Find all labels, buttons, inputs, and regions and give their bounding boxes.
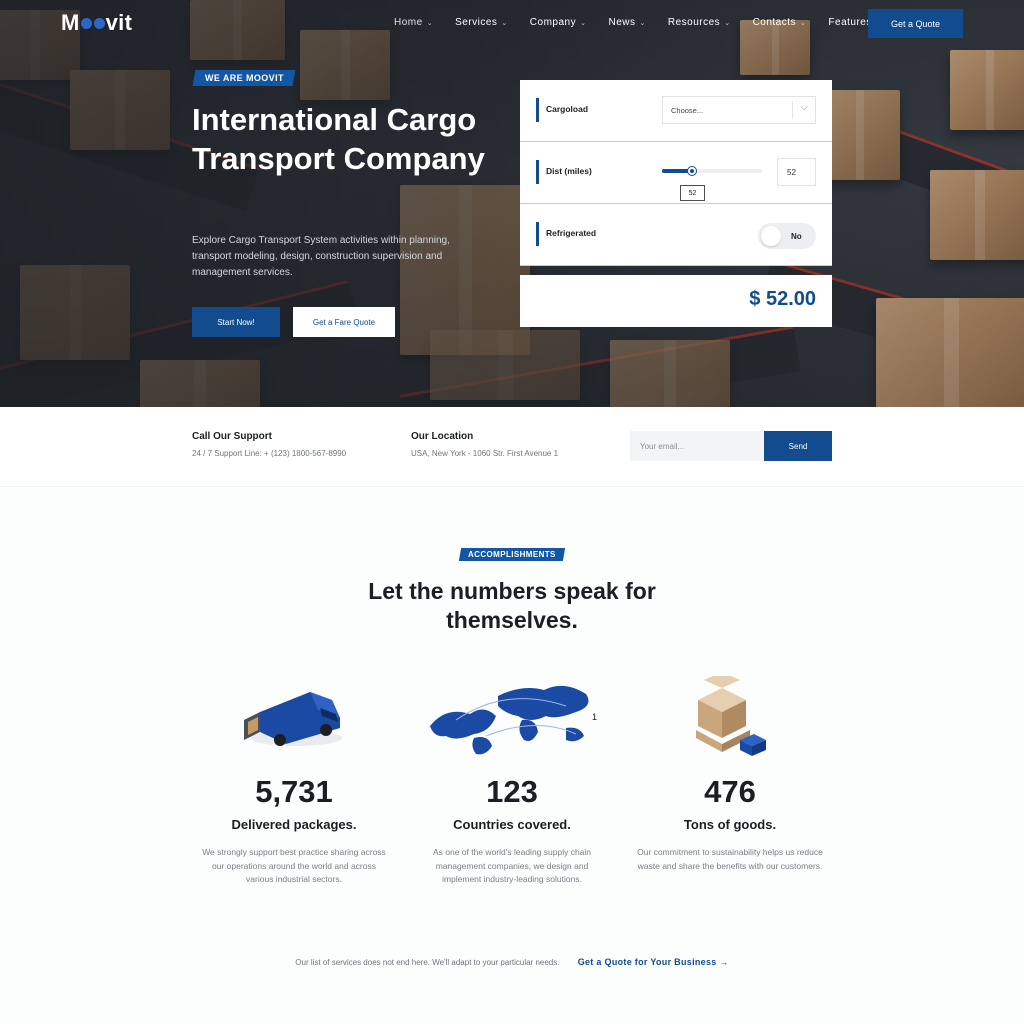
support-text: 24 / 7 Support Line: + (123) 1800-567-89…: [192, 449, 347, 458]
location-text: USA, New York - 1060 Str. First Avenue 1: [411, 449, 559, 458]
stat-description: Our commitment to sustainability helps u…: [637, 847, 823, 871]
hero-description: Explore Cargo Transport System activitie…: [192, 235, 450, 278]
nav-label: Company: [529, 17, 577, 28]
start-now-button[interactable]: Start Now!: [192, 307, 280, 337]
nav-label: Features: [828, 17, 872, 28]
nav-label: News: [608, 17, 636, 28]
cargoload-label: Cargoload: [546, 104, 589, 114]
nav-label: Services: [455, 17, 498, 28]
logo-prefix: M: [61, 10, 80, 35]
footer-text: Our list of services does not end here. …: [295, 958, 560, 967]
logo[interactable]: Mvit: [61, 10, 132, 36]
hero-tag: WE ARE MOOVIT: [192, 70, 296, 86]
distance-slider[interactable]: [662, 167, 762, 175]
main-nav: Home ⌄ Services ⌄ Company ⌄ News ⌄ Resources…: [394, 17, 904, 28]
business-quote-link[interactable]: Get a Quote for Your Business →: [578, 957, 729, 967]
cargoload-select[interactable]: Choose... ⌵: [662, 96, 816, 124]
stat-delivered: 5,731 Delivered packages. We strongly su…: [194, 774, 394, 887]
row-accent-bar: [536, 222, 539, 246]
nav-label: Home: [394, 17, 423, 28]
stat-countries: 123 Countries covered. As one of the wor…: [412, 774, 612, 887]
slider-tooltip: 52: [680, 185, 705, 201]
services-footer: Our list of services does not end here. …: [0, 957, 1024, 967]
select-divider: [792, 101, 793, 119]
refrigerated-toggle[interactable]: No: [758, 223, 816, 249]
stat-number: 5,731: [255, 774, 333, 809]
boxes-pallet-icon: [696, 676, 766, 756]
delivery-van-icon: [244, 692, 342, 746]
stat-label: Delivered packages.: [231, 817, 357, 832]
chevron-down-icon: ⌄: [639, 20, 646, 27]
stat-label: Countries covered.: [453, 817, 571, 832]
hero-tag-label: WE ARE MOOVIT: [204, 73, 284, 83]
refrigerated-label: Refrigerated: [546, 228, 597, 238]
email-input[interactable]: Your email...: [630, 431, 764, 461]
contact-info-bar: [0, 407, 1024, 487]
chevron-down-icon: ⌄: [501, 20, 508, 27]
location-title: Our Location: [411, 431, 474, 442]
send-button[interactable]: Send: [764, 431, 832, 461]
chevron-down-icon: ⌄: [800, 20, 807, 27]
accomplishments-tag: ACCOMPLISHMENTS: [458, 548, 566, 561]
row-accent-bar: [536, 160, 539, 184]
nav-item-company[interactable]: Company ⌄: [530, 17, 587, 28]
nav-item-contacts[interactable]: Contacts ⌄: [753, 17, 807, 28]
logo-dot-icon: [80, 18, 92, 29]
hero-title: International Cargo Transport Company: [192, 102, 485, 176]
logo-dot-icon: [93, 18, 105, 29]
chevron-down-icon: ⌄: [580, 20, 587, 27]
cost-calculator: Cargoload Choose... ⌵ Dist (miles) Refri…: [520, 80, 832, 266]
hero-section: [0, 0, 1024, 407]
cargoload-row: Cargoload Choose... ⌵: [520, 80, 832, 142]
slider-handle[interactable]: [688, 167, 696, 175]
chevron-down-icon: ⌄: [426, 20, 434, 27]
nav-item-services[interactable]: Services ⌄: [455, 17, 508, 28]
chevron-down-icon: ⌄: [724, 20, 731, 27]
stat-description: As one of the world's leading supply cha…: [432, 847, 592, 884]
total-panel: $ 52.00: [520, 275, 832, 327]
toggle-label: No: [791, 232, 802, 241]
nav-item-home[interactable]: Home ⌄: [394, 17, 433, 28]
stat-label: Tons of goods.: [683, 817, 777, 832]
total-price: $ 52.00: [749, 288, 816, 310]
svg-text:1: 1: [592, 712, 597, 722]
section-title: Let the numbers speak for themselves.: [368, 578, 656, 633]
toggle-knob: [761, 226, 781, 246]
cargoload-selected-value: Choose...: [671, 106, 704, 115]
hero-overlay: [0, 0, 1024, 407]
nav-label: Resources: [667, 17, 721, 28]
distance-input[interactable]: 52: [777, 158, 816, 186]
nav-item-resources[interactable]: Resources ⌄: [668, 17, 731, 28]
stat-number: 123: [486, 774, 538, 809]
row-accent-bar: [536, 98, 539, 122]
distance-label: Dist (miles): [546, 166, 592, 176]
world-map-icon: 1: [430, 685, 597, 755]
nav-label: Contacts: [752, 17, 797, 28]
fare-quote-button[interactable]: Get a Fare Quote: [293, 307, 395, 337]
logo-suffix: vit: [105, 10, 133, 35]
accomplishments-tag-label: ACCOMPLISHMENTS: [468, 550, 556, 559]
get-quote-button[interactable]: Get a Quote: [868, 9, 963, 38]
support-title: Call Our Support: [192, 431, 272, 442]
stat-description: We strongly support best practice sharin…: [202, 847, 386, 884]
stat-tons: 476 Tons of goods. Our commitment to sus…: [630, 774, 830, 873]
chevron-down-icon: ⌵: [800, 102, 808, 113]
nav-item-news[interactable]: News ⌄: [608, 17, 645, 28]
stat-number: 476: [704, 774, 756, 809]
